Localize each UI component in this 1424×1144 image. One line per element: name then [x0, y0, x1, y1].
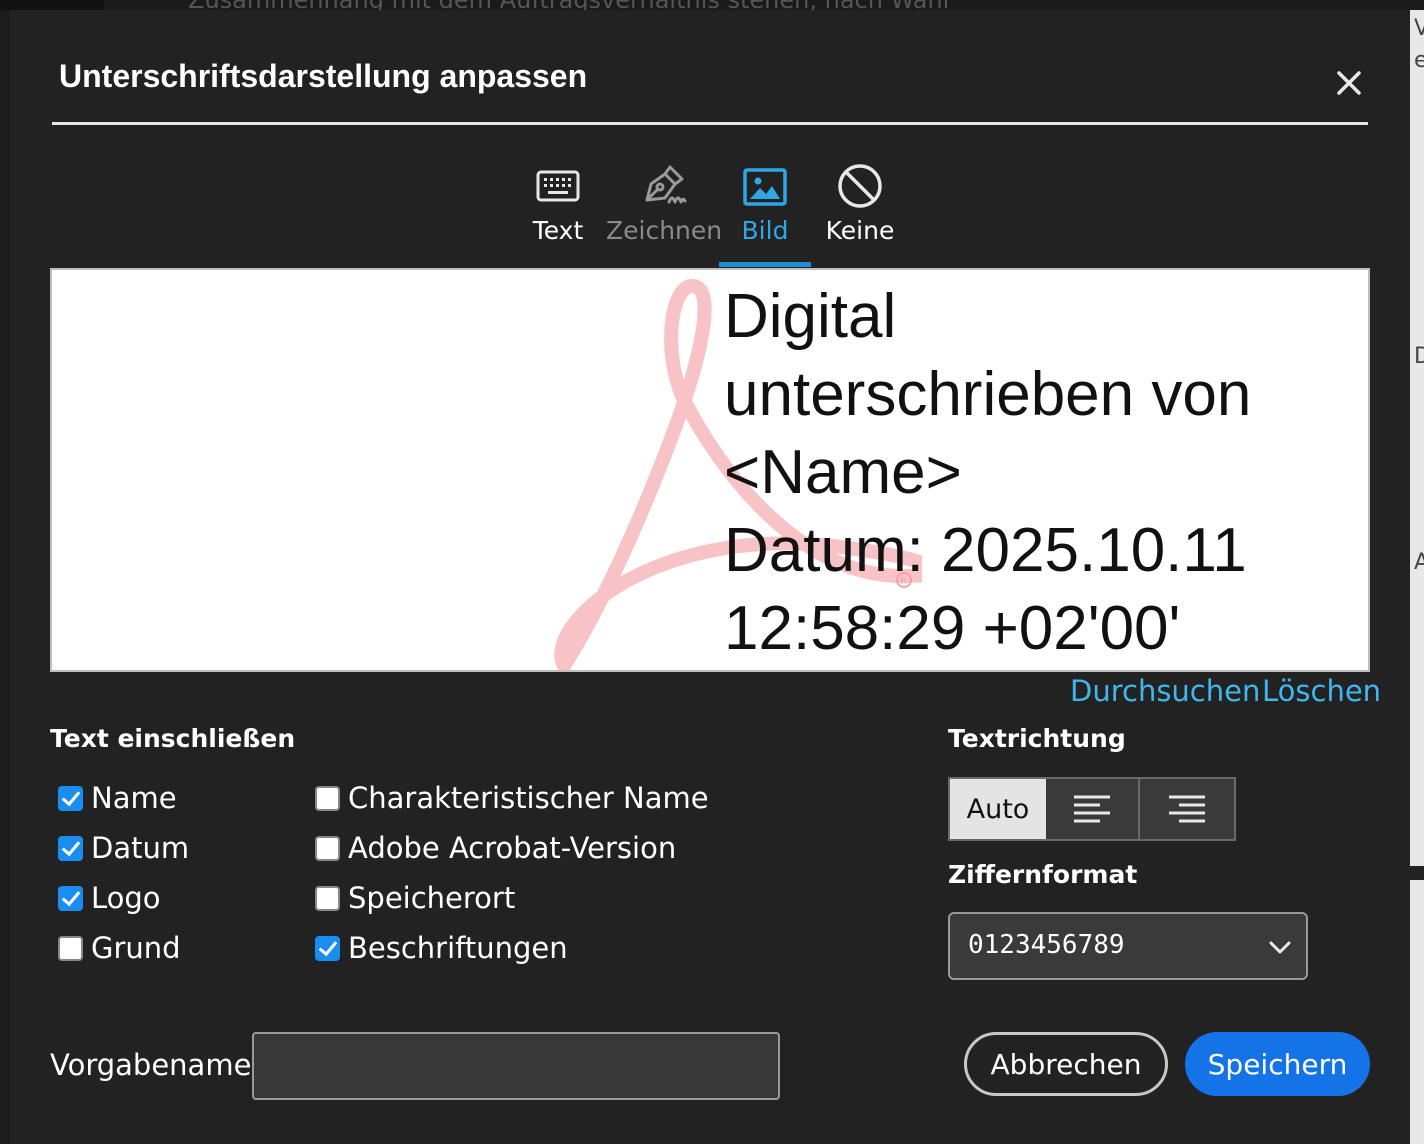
save-button[interactable]: Speichern — [1185, 1032, 1370, 1096]
checkbox-name[interactable]: Name — [58, 778, 177, 818]
checkbox-location[interactable]: Speicherort — [315, 878, 515, 918]
align-right-icon — [1169, 795, 1205, 823]
cancel-button[interactable]: Abbrechen — [964, 1032, 1168, 1096]
preview-line: Datum: 2025.10.11 — [724, 516, 1247, 585]
signature-type-tabs: Text Zeichnen Bild Keine — [10, 160, 1410, 270]
include-text-heading: Text einschließen — [50, 724, 296, 753]
tab-draw-label: Zeichnen — [606, 216, 723, 245]
checkbox-reason[interactable]: Grund — [58, 928, 181, 968]
preview-line: <Name> — [724, 438, 962, 507]
checkbox-checked-icon — [58, 835, 83, 861]
chevron-down-icon — [1269, 941, 1291, 954]
checkbox-unchecked-icon — [315, 785, 340, 811]
checkbox-checked-icon — [315, 935, 340, 961]
checkbox-label: Adobe Acrobat-Version — [348, 831, 677, 865]
dialog-title: Unterschriftsdarstellung anpassen — [59, 58, 588, 94]
pen-icon — [645, 165, 687, 204]
checkbox-checked-icon — [58, 785, 83, 811]
selected-tab-indicator — [719, 262, 811, 267]
browse-link[interactable]: Durchsuchen — [1070, 674, 1260, 708]
digit-format-dropdown[interactable]: 0123456789 — [948, 912, 1308, 980]
tab-none-label: Keine — [825, 216, 895, 245]
checkbox-label: Logo — [91, 881, 161, 915]
checkbox-unchecked-icon — [315, 835, 340, 861]
tab-image[interactable]: Bild — [730, 160, 800, 268]
background-page-left — [0, 10, 10, 1144]
preview-line: Digital — [724, 282, 897, 351]
signature-preview: R Digital unterschrieben von <Name> Datu… — [50, 268, 1370, 672]
direction-left-button[interactable] — [1046, 779, 1140, 839]
checkbox-label: Beschriftungen — [348, 931, 568, 965]
text-direction-heading: Textrichtung — [948, 724, 1126, 753]
checkbox-unchecked-icon — [315, 885, 340, 911]
direction-right-button[interactable] — [1140, 779, 1234, 839]
checkbox-date[interactable]: Datum — [58, 828, 189, 868]
tab-text-label: Text — [532, 216, 584, 245]
preview-text: Digital unterschrieben von <Name> Datum:… — [724, 278, 1251, 668]
background-glyph: V — [1414, 16, 1424, 41]
close-button[interactable] — [1332, 66, 1366, 100]
checkbox-label: Datum — [91, 831, 190, 865]
tab-image-label: Bild — [741, 216, 789, 245]
checkbox-label: Name — [91, 781, 177, 815]
checkbox-logo[interactable]: Logo — [58, 878, 161, 918]
background-glyph: A — [1414, 550, 1424, 575]
checkbox-acrobat-version[interactable]: Adobe Acrobat-Version — [315, 828, 676, 868]
digit-format-value: 0123456789 — [968, 930, 1125, 960]
checkbox-labels[interactable]: Beschriftungen — [315, 928, 568, 968]
tab-draw[interactable]: Zeichnen — [606, 160, 723, 268]
direction-auto-button[interactable]: Auto — [950, 779, 1046, 839]
image-icon — [743, 168, 787, 206]
checkbox-label: Grund — [91, 931, 181, 965]
background-page-right — [1410, 10, 1424, 1144]
background-page-dark-block — [0, 0, 104, 10]
title-divider — [52, 122, 1368, 125]
text-direction-segmented: Auto — [948, 777, 1236, 841]
digit-format-heading: Ziffernformat — [948, 860, 1138, 889]
background-glyph: D — [1414, 344, 1424, 369]
checkbox-unchecked-icon — [58, 935, 83, 961]
checkbox-distinguished-name[interactable]: Charakteristischer Name — [315, 778, 709, 818]
close-icon — [1337, 71, 1361, 95]
preview-line: unterschrieben von — [724, 360, 1252, 429]
tab-none[interactable]: Keine — [822, 160, 898, 268]
checkbox-label: Speicherort — [348, 881, 516, 915]
delete-link[interactable]: Löschen — [1262, 674, 1381, 708]
background-glyph: e — [1414, 48, 1424, 73]
background-page-right-marker — [1410, 866, 1424, 880]
preset-name-label: Vorgabename — [50, 1048, 252, 1082]
preview-line: 12:58:29 +02'00' — [724, 594, 1181, 663]
keyboard-icon — [536, 170, 580, 202]
tab-text[interactable]: Text — [526, 160, 590, 268]
signature-appearance-dialog: Unterschriftsdarstellung anpassen Text Z… — [10, 10, 1410, 1144]
checkbox-label: Charakteristischer Name — [348, 781, 709, 815]
checkbox-checked-icon — [58, 885, 83, 911]
align-left-icon — [1074, 795, 1110, 823]
none-icon — [838, 164, 882, 208]
preset-name-input[interactable] — [252, 1032, 780, 1100]
